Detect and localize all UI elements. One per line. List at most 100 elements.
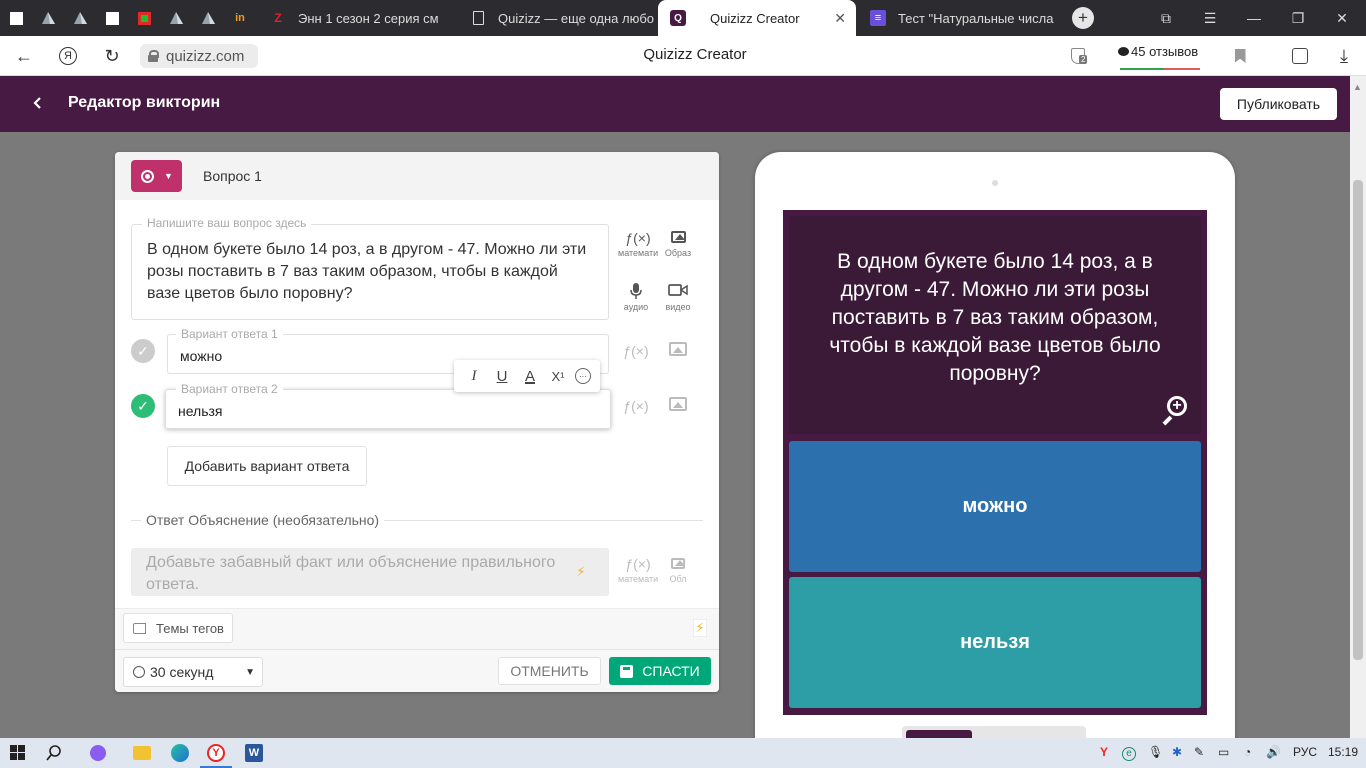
italic-button[interactable]: I bbox=[463, 365, 485, 387]
wifi-icon[interactable]: ◔ bbox=[1244, 745, 1251, 759]
tag-icon bbox=[133, 622, 146, 634]
save-disk-icon bbox=[620, 664, 634, 678]
pinned-tab-4[interactable] bbox=[96, 0, 128, 36]
explanation-input[interactable]: Добавьте забавный факт или объяснение пр… bbox=[131, 548, 609, 596]
mark-correct-toggle[interactable]: ✓ bbox=[131, 394, 155, 418]
editor-footer: Темы тегов ⚡ 30 секунд ▼ ОТМЕНИТЬ СПАСТИ bbox=[115, 608, 719, 692]
tab-title: Quizizz Creator bbox=[710, 10, 800, 26]
pinned-tab-8[interactable]: in bbox=[224, 0, 256, 36]
reload-icon[interactable]: ↻ bbox=[100, 46, 124, 66]
pinned-tab-7[interactable] bbox=[192, 0, 224, 36]
preview-option-2: нельзя bbox=[789, 577, 1201, 708]
bluetooth-icon[interactable]: ✱ bbox=[1172, 745, 1182, 759]
url-field[interactable]: quizizz.com bbox=[140, 44, 258, 68]
yandex-browser-icon[interactable]: Y bbox=[200, 743, 232, 768]
bookmark-icon[interactable] bbox=[1228, 46, 1252, 66]
browser-tab-strip: in Z Энн 1 сезон 2 серия см Quizizz — ещ… bbox=[0, 0, 1366, 36]
answer-math-button[interactable]: ƒ(×) bbox=[618, 396, 654, 416]
math-tool-label: математика bbox=[618, 248, 658, 258]
download-icon[interactable]: ⤓ bbox=[1332, 46, 1356, 66]
lightning-icon[interactable]: ⚡ bbox=[693, 619, 707, 637]
question-text[interactable]: В одном букете было 14 роз, а в другом -… bbox=[147, 239, 587, 305]
language-indicator[interactable]: РУС bbox=[1293, 745, 1317, 759]
video-camera-icon bbox=[660, 282, 696, 302]
question-toolbar: ▼ Вопрос 1 bbox=[115, 152, 719, 200]
explanation-image-label: Обл bbox=[669, 574, 687, 584]
pinned-tab-2[interactable] bbox=[32, 0, 64, 36]
answer-text-2[interactable]: нельзя bbox=[178, 403, 223, 419]
clock-time[interactable]: 15:19 bbox=[1328, 745, 1358, 759]
tab-quizizz-article[interactable]: Quizizz — еще одна любо bbox=[458, 0, 656, 36]
pen-icon[interactable]: ✎ bbox=[1194, 745, 1204, 759]
zoom-in-icon[interactable]: + bbox=[1161, 396, 1187, 426]
menu-icon[interactable]: ☰ bbox=[1188, 0, 1232, 36]
time-limit-select[interactable]: 30 секунд ▼ bbox=[123, 657, 263, 687]
minimize-icon[interactable]: — bbox=[1232, 0, 1276, 36]
new-tab-button[interactable]: + bbox=[1072, 7, 1094, 29]
explanation-math-button[interactable]: ƒ(×) математика bbox=[618, 554, 658, 584]
word-icon[interactable]: W bbox=[244, 743, 264, 763]
yandex-tray-icon[interactable]: Y bbox=[1100, 745, 1108, 759]
text-color-button[interactable]: A bbox=[519, 365, 541, 387]
check-icon: ✓ bbox=[137, 397, 149, 414]
pinned-tab-6[interactable] bbox=[160, 0, 192, 36]
close-tab-icon[interactable]: ✕ bbox=[834, 10, 846, 27]
preview-option-text: нельзя bbox=[960, 631, 1030, 653]
back-arrow-icon[interactable]: ← bbox=[12, 46, 36, 66]
explanation-image-button[interactable]: Обл bbox=[660, 554, 696, 584]
e-tray-icon[interactable]: e bbox=[1122, 745, 1136, 761]
volume-icon[interactable]: 🔊 bbox=[1266, 745, 1281, 759]
tab-quizizz-creator[interactable]: Q Quizizz Creator ✕ bbox=[658, 0, 856, 36]
answer-image-button[interactable] bbox=[660, 396, 696, 416]
function-icon: ƒ(×) bbox=[625, 556, 651, 572]
tags-label: Темы тегов bbox=[156, 620, 224, 636]
file-explorer-icon[interactable] bbox=[132, 743, 152, 763]
assistant-icon[interactable] bbox=[88, 743, 108, 763]
image-tool-button[interactable]: Образ bbox=[660, 228, 696, 258]
answer-image-button[interactable] bbox=[660, 341, 696, 361]
collections-icon[interactable]: ⧉ bbox=[1144, 0, 1188, 36]
answer-text-1[interactable]: можно bbox=[180, 348, 222, 364]
cancel-button[interactable]: ОТМЕНИТЬ bbox=[498, 657, 601, 685]
video-tool-button[interactable]: видео bbox=[660, 282, 696, 312]
superscript-button[interactable]: X¹ bbox=[547, 365, 569, 387]
lightning-icon[interactable]: ⚡ bbox=[574, 563, 588, 581]
question-input[interactable]: В одном букете было 14 роз, а в другом -… bbox=[131, 224, 609, 320]
tags-button[interactable]: Темы тегов bbox=[123, 613, 233, 643]
audio-tool-button[interactable]: аудио bbox=[618, 282, 654, 312]
math-tool-button[interactable]: ƒ(×) математика bbox=[618, 228, 658, 258]
page-scrollbar[interactable]: ▲ bbox=[1350, 76, 1366, 738]
windows-start-icon[interactable] bbox=[8, 743, 28, 763]
pinned-tab-1[interactable] bbox=[0, 0, 32, 36]
scroll-up-arrow-icon[interactable]: ▲ bbox=[1353, 82, 1362, 92]
underline-button[interactable]: U bbox=[491, 365, 513, 387]
extensions-icon[interactable] bbox=[1288, 46, 1312, 66]
protect-shield-icon[interactable]: 2 bbox=[1066, 46, 1090, 66]
reviews-widget[interactable]: 45 отзывов bbox=[1118, 44, 1202, 70]
answer-option-1: ✓ можно Вариант ответа 1 ƒ(×) bbox=[131, 327, 711, 374]
tab-test[interactable]: ≡ Тест "Натуральные числа bbox=[858, 0, 1056, 36]
scroll-thumb[interactable] bbox=[1353, 180, 1363, 660]
restore-icon[interactable]: ❐ bbox=[1276, 0, 1320, 36]
microphone-tray-icon[interactable]: 🎙 bbox=[1148, 745, 1163, 759]
edge-icon[interactable] bbox=[170, 743, 190, 763]
publish-button[interactable]: Публиковать bbox=[1220, 88, 1337, 120]
answer-math-button[interactable]: ƒ(×) bbox=[618, 341, 654, 361]
pinned-tab-5[interactable] bbox=[128, 0, 160, 36]
explanation-placeholder: Добавьте забавный факт или объяснение пр… bbox=[146, 554, 556, 593]
search-icon[interactable] bbox=[44, 743, 64, 763]
preview-option-1: можно bbox=[789, 441, 1201, 572]
mark-correct-toggle[interactable]: ✓ bbox=[131, 339, 155, 363]
add-answer-button[interactable]: Добавить вариант ответа bbox=[167, 446, 367, 486]
image-icon bbox=[660, 228, 696, 248]
function-icon: ƒ(×) bbox=[623, 398, 649, 414]
close-window-icon[interactable]: ✕ bbox=[1320, 0, 1364, 36]
yandex-logo-icon[interactable]: Я bbox=[56, 46, 80, 66]
network-icon[interactable]: ▭ bbox=[1218, 745, 1229, 759]
tab-anne[interactable]: Z Энн 1 сезон 2 серия см bbox=[258, 0, 458, 36]
save-button[interactable]: СПАСТИ bbox=[609, 657, 711, 685]
more-options-button[interactable]: ··· bbox=[575, 368, 591, 384]
pinned-tab-3[interactable] bbox=[64, 0, 96, 36]
question-type-dropdown[interactable]: ▼ bbox=[131, 160, 182, 192]
back-chevron-icon[interactable] bbox=[28, 93, 48, 113]
